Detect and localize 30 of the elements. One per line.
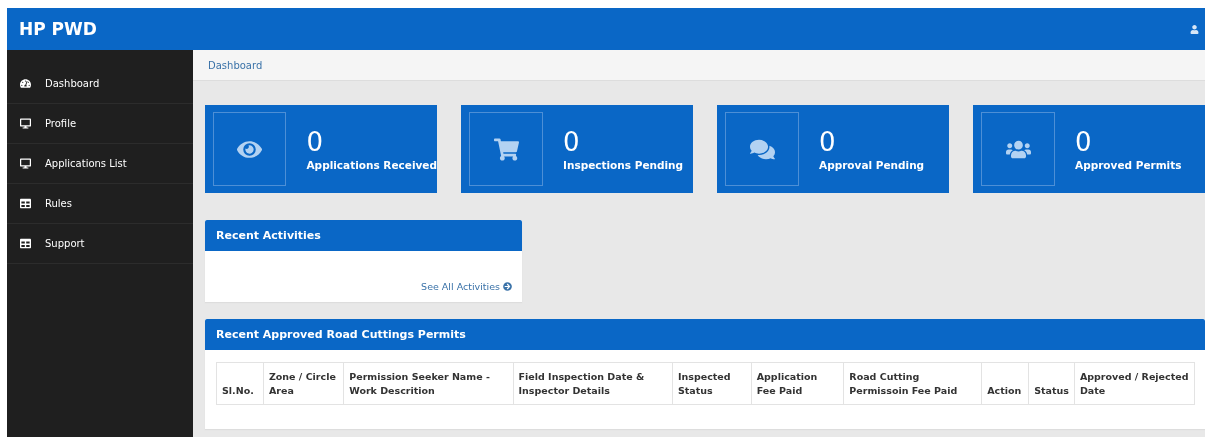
stat-label: Applications Received (306, 159, 437, 171)
stat-count: 0 (563, 127, 581, 157)
column-header: Permission Seeker Name - Work Descrition (343, 362, 514, 405)
breadcrumb-link[interactable]: Dashboard (208, 59, 263, 71)
panel-title: Recent Approved Road Cuttings Permits (216, 328, 466, 341)
dashboard-icon (20, 78, 31, 89)
column-header: Approved / Rejected Date (1074, 362, 1195, 405)
monitor-icon (20, 118, 31, 129)
user-icon[interactable] (1190, 24, 1199, 34)
panel-title: Recent Activities (216, 229, 321, 242)
column-header: Status (1028, 362, 1075, 405)
column-header: Sl.No. (216, 362, 264, 405)
stat-label: Approval Pending (819, 159, 925, 171)
column-header: Action (981, 362, 1029, 405)
stat-label: Approved Permits (1075, 159, 1182, 171)
stat-count: 0 (819, 127, 837, 157)
stat-count: 0 (306, 127, 325, 157)
see-all-link[interactable]: See All Activities (421, 281, 512, 292)
column-header: Field Inspection Date & Inspector Details (513, 362, 673, 405)
monitor-icon (20, 158, 31, 169)
column-header: Application Fee Paid (751, 362, 844, 405)
stat-label: Inspections Pending (563, 159, 684, 171)
table-icon (20, 238, 31, 249)
column-header: Zone / Circle Area (263, 362, 344, 405)
column-header: Road Cutting Permissoin Fee Paid (843, 362, 982, 405)
column-header: Inspected Status (672, 362, 752, 405)
app-title: HP PWD (19, 19, 97, 39)
table-icon (20, 198, 31, 209)
stat-count: 0 (1075, 127, 1093, 157)
cart-icon (493, 136, 519, 162)
